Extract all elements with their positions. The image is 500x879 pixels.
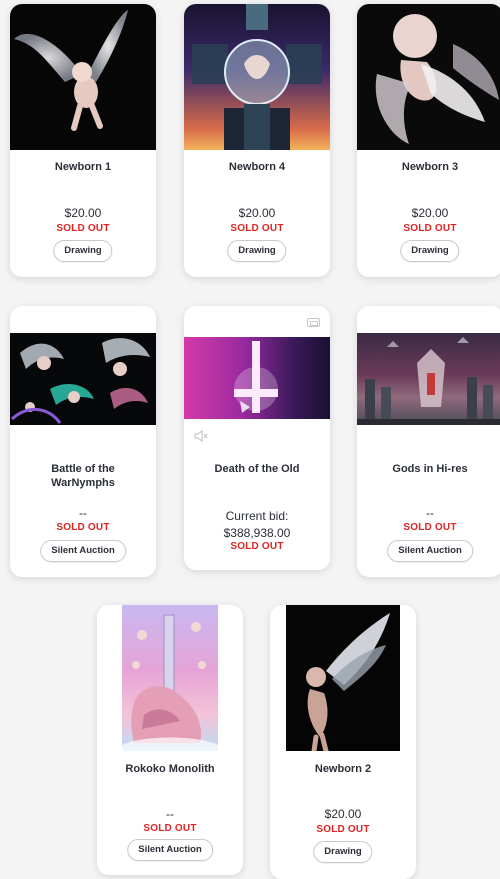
- drawing-button[interactable]: Drawing: [313, 841, 373, 863]
- sold-out-label: SOLD OUT: [56, 522, 110, 533]
- product-card-newborn-4[interactable]: Newborn 4 $20.00 SOLD OUT Drawing: [184, 4, 330, 277]
- product-title[interactable]: Newborn 3: [357, 160, 500, 174]
- product-price: --: [166, 807, 174, 821]
- artwork-winged-baby-closeup[interactable]: [357, 4, 500, 150]
- mute-icon[interactable]: [194, 430, 208, 442]
- sold-out-label: SOLD OUT: [230, 541, 284, 552]
- product-card-newborn-1[interactable]: Newborn 1 $20.00 SOLD OUT Drawing: [10, 4, 156, 277]
- drawing-button[interactable]: Drawing: [400, 240, 460, 262]
- product-price: $20.00: [64, 206, 102, 220]
- silent-auction-button[interactable]: Silent Auction: [387, 540, 473, 562]
- product-price: --: [79, 506, 87, 520]
- product-title[interactable]: Newborn 2: [270, 762, 416, 776]
- silent-auction-button[interactable]: Silent Auction: [40, 540, 126, 562]
- product-price: $20.00: [324, 807, 362, 821]
- artwork-ruins-temple[interactable]: [357, 333, 500, 425]
- sold-out-label: SOLD OUT: [403, 522, 457, 533]
- drawing-button[interactable]: Drawing: [227, 240, 287, 262]
- artwork-glowing-cross[interactable]: [184, 337, 330, 419]
- artwork-robotic-sphere[interactable]: [184, 4, 330, 150]
- product-price: $20.00: [411, 206, 449, 220]
- drawing-button[interactable]: Drawing: [53, 240, 113, 262]
- product-title[interactable]: Gods in Hi-res: [357, 462, 500, 476]
- product-card-death-of-the-old[interactable]: Death of the Old Current bid: $388,938.0…: [184, 306, 330, 570]
- artwork-flying-nymphs[interactable]: [10, 333, 156, 425]
- product-card-newborn-2[interactable]: Newborn 2 $20.00 SOLD OUT Drawing: [270, 605, 416, 879]
- artwork-winged-baby-profile[interactable]: [286, 605, 400, 751]
- product-price: --: [426, 506, 434, 520]
- sold-out-label: SOLD OUT: [143, 823, 197, 834]
- product-title[interactable]: Death of the Old: [184, 462, 330, 476]
- artwork-pink-monolith[interactable]: [122, 605, 218, 751]
- sold-out-label: SOLD OUT: [316, 824, 370, 835]
- product-title[interactable]: Newborn 1: [10, 160, 156, 174]
- current-bid-label: Current bid:: [225, 509, 289, 523]
- artwork-winged-baby[interactable]: [10, 4, 156, 150]
- silent-auction-button[interactable]: Silent Auction: [127, 839, 213, 861]
- sold-out-label: SOLD OUT: [230, 223, 284, 234]
- product-card-gods-in-hi-res[interactable]: Gods in Hi-res -- SOLD OUT Silent Auctio…: [357, 306, 500, 577]
- product-title[interactable]: Rokoko Monolith: [97, 762, 243, 776]
- sold-out-label: SOLD OUT: [56, 223, 110, 234]
- current-bid-amount: $388,938.00: [223, 526, 291, 540]
- gallery-icon[interactable]: [307, 318, 320, 327]
- product-title[interactable]: Newborn 4: [184, 160, 330, 174]
- sold-out-label: SOLD OUT: [403, 223, 457, 234]
- product-title[interactable]: Battle of the WarNymphs: [22, 462, 144, 490]
- product-price: $20.00: [238, 206, 276, 220]
- product-card-battle-of-the-warnymphs[interactable]: Battle of the WarNymphs -- SOLD OUT Sile…: [10, 306, 156, 577]
- product-card-rokoko-monolith[interactable]: Rokoko Monolith -- SOLD OUT Silent Aucti…: [97, 605, 243, 875]
- product-card-newborn-3[interactable]: Newborn 3 $20.00 SOLD OUT Drawing: [357, 4, 500, 277]
